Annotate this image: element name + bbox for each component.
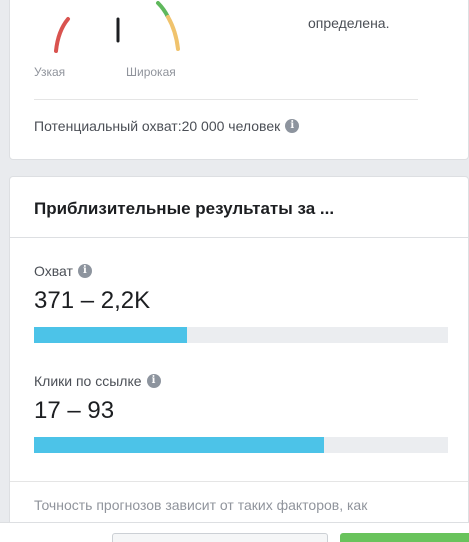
accuracy-note: Точность прогнозов зависит от таких факт… — [34, 497, 368, 513]
reach-progress-fill — [34, 327, 188, 343]
reach-progress-bar — [34, 327, 448, 343]
divider — [10, 481, 468, 482]
primary-button[interactable] — [340, 533, 469, 542]
footer-bar — [0, 522, 469, 542]
info-icon[interactable]: i — [146, 374, 161, 388]
gauge-wide-label: Широкая — [126, 65, 176, 79]
audience-gauge — [54, 1, 180, 53]
info-icon[interactable]: i — [77, 264, 92, 278]
gauge-narrow-segment — [54, 17, 70, 53]
clicks-progress-fill — [34, 437, 324, 453]
potential-reach-text: Потенциальный охват:20 000 человек — [34, 118, 281, 134]
gauge-mid-segment — [156, 1, 170, 19]
results-title: Приблизительные результаты за ... — [34, 199, 335, 218]
audience-status-text: определена. — [308, 15, 390, 31]
reach-label: Охват — [34, 263, 73, 279]
gauge-wide-segment — [166, 15, 180, 51]
estimated-results-card: Приблизительные результаты за ... Охват … — [9, 176, 469, 542]
audience-definition-card: Узкая Широкая определена. Потенциальный … — [9, 0, 469, 160]
divider — [34, 99, 418, 100]
reach-label-row: Охват i — [34, 263, 92, 279]
clicks-value: 17 – 93 — [34, 397, 115, 424]
potential-reach-row: Потенциальный охват:20 000 человек i — [34, 118, 300, 134]
clicks-label: Клики по ссылке — [34, 373, 142, 389]
reach-value: 371 – 2,2K — [34, 287, 151, 314]
clicks-label-row: Клики по ссылке i — [34, 373, 161, 389]
clicks-progress-bar — [34, 437, 448, 453]
divider — [10, 237, 468, 238]
info-icon[interactable]: i — [285, 119, 300, 133]
secondary-button[interactable] — [112, 533, 328, 542]
gauge-narrow-label: Узкая — [34, 65, 66, 79]
